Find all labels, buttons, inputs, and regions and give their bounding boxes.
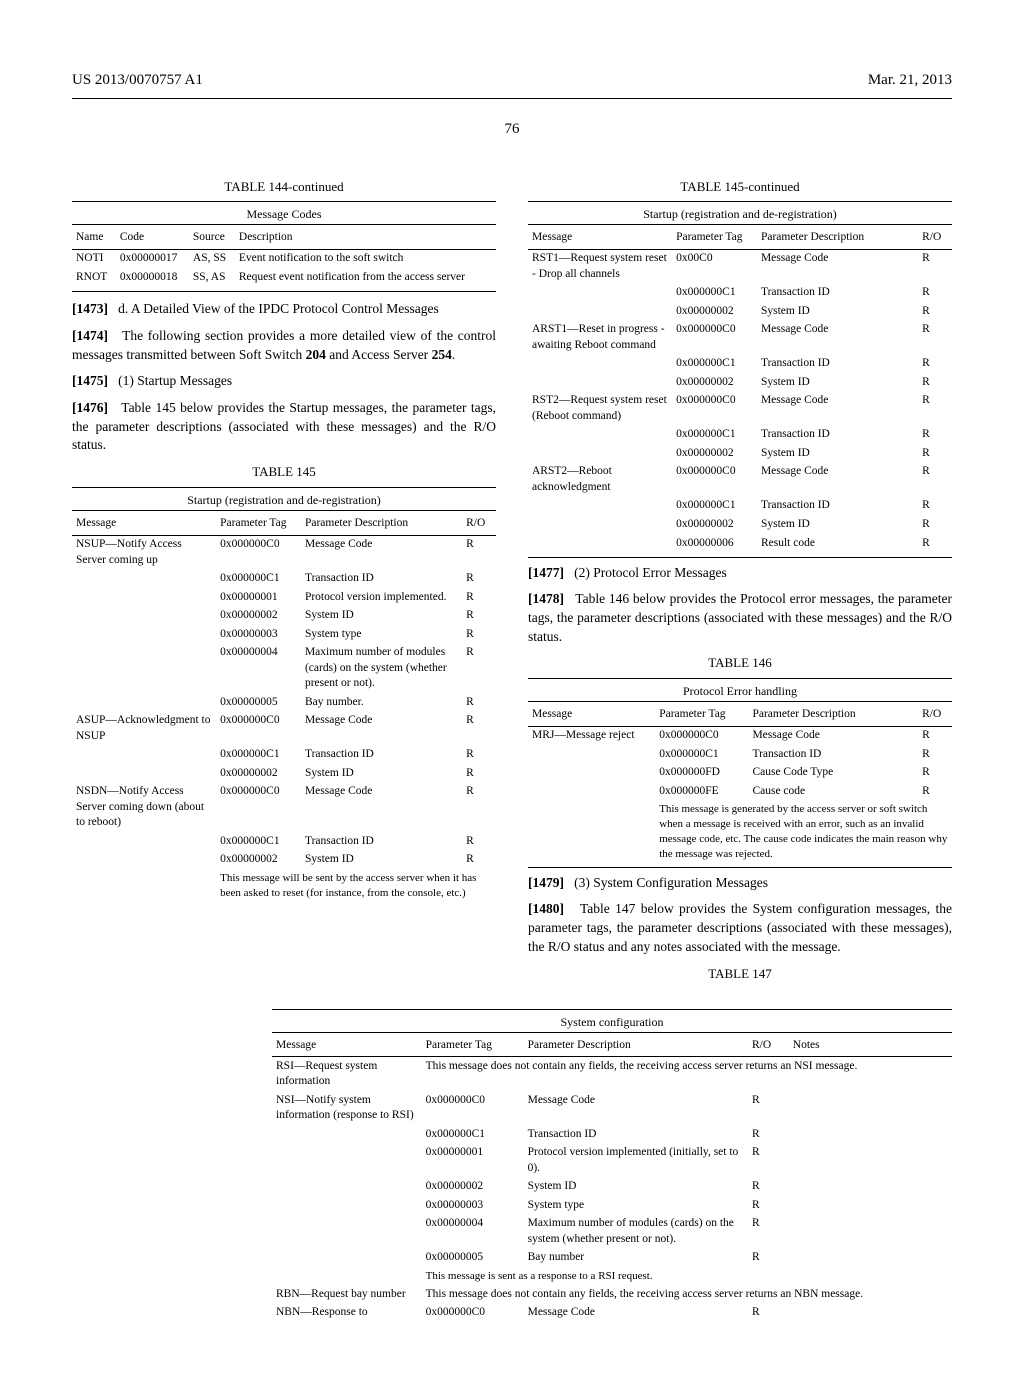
table-row: ARST2—Reboot acknowledgment0x000000C0Mes…	[528, 463, 952, 497]
table-row: 0x00000005Bay number.R	[72, 693, 496, 712]
table-147-title: TABLE 147	[528, 965, 952, 983]
table-row: 0x000000C1Transaction IDR	[528, 426, 952, 445]
table-145-title: TABLE 145	[72, 463, 496, 481]
table-row: MRJ—Message reject0x000000C0Message Code…	[528, 726, 952, 745]
table-row: 0x00000002System IDR	[272, 1178, 952, 1197]
table-144-subtitle: Message Codes	[72, 206, 496, 225]
pub-number: US 2013/0070757 A1	[72, 70, 203, 90]
table-146-subtitle: Protocol Error handling	[528, 683, 952, 702]
table-row: 0x00000004Maximum number of modules (car…	[72, 644, 496, 694]
right-column: TABLE 145-continued Startup (registratio…	[528, 170, 952, 989]
table-row: 0x00000001Protocol version implemented.R	[72, 588, 496, 607]
table-row: 0x000000C1Transaction IDR	[72, 570, 496, 589]
para-1479: [1479] (3) System Configuration Messages	[528, 874, 952, 892]
table-row: NOTI0x00000017AS, SSEvent notification t…	[72, 249, 496, 268]
table-row: 0x00000002System IDR	[528, 444, 952, 463]
table-147: Message Parameter Tag Parameter Descript…	[272, 1035, 952, 1323]
para-1477: [1477] (2) Protocol Error Messages	[528, 564, 952, 582]
table-row: 0x00000002System IDR	[528, 302, 952, 321]
table-row: 0x000000C1Transaction IDR	[528, 497, 952, 516]
para-1475: [1475] (1) Startup Messages	[72, 372, 496, 390]
table-row: 0x000000C1Transaction IDR	[528, 284, 952, 303]
table-row: RNOT0x00000018SS, ASRequest event notifi…	[72, 268, 496, 287]
header-rule	[72, 98, 952, 99]
table-row: 0x000000C1Transaction IDR	[72, 746, 496, 765]
table-row: ASUP—Acknowledgment to NSUP0x000000C0Mes…	[72, 712, 496, 746]
left-column: TABLE 144-continued Message Codes Name C…	[72, 170, 496, 989]
table-145-continued: Message Parameter Tag Parameter Descript…	[528, 227, 952, 552]
table-note: This message is sent as a response to a …	[272, 1267, 952, 1285]
table-row: 0x00000003System typeR	[72, 625, 496, 644]
para-1478: [1478] Table 146 below provides the Prot…	[528, 590, 952, 647]
table-row: 0x00000005Bay numberR	[272, 1249, 952, 1268]
table-row: RST1—Request system reset - Drop all cha…	[528, 249, 952, 284]
table-row: RST2—Request system reset (Reboot comman…	[528, 392, 952, 426]
table-row: 0x00000002System IDR	[72, 607, 496, 626]
table-row: RBN—Request bay numberThis message does …	[272, 1285, 952, 1304]
table-145c-subtitle: Startup (registration and de-registratio…	[528, 206, 952, 225]
table-144-title: TABLE 144-continued	[72, 178, 496, 196]
table-row: RSI—Request system informationThis messa…	[272, 1057, 952, 1092]
table-row: NSI—Notify system information (response …	[272, 1091, 952, 1125]
para-1473: [1473] d. A Detailed View of the IPDC Pr…	[72, 300, 496, 319]
table-row: 0x000000FDCause Code TypeR	[528, 764, 952, 783]
table-row: 0x000000C1Transaction IDR	[272, 1125, 952, 1144]
table-147-section: System configuration Message Parameter T…	[272, 1009, 952, 1323]
para-1480: [1480] Table 147 below provides the Syst…	[528, 900, 952, 957]
table-144: Name Code Source Description NOTI0x00000…	[72, 227, 496, 287]
table-147-subtitle: System configuration	[272, 1014, 952, 1033]
table-row: 0x000000C1Transaction IDR	[72, 832, 496, 851]
table-row: 0x00000002System IDR	[72, 764, 496, 783]
table-145: Message Parameter Tag Parameter Descript…	[72, 513, 496, 902]
table-145c-title: TABLE 145-continued	[528, 178, 952, 196]
para-1474: [1474] The following section provides a …	[72, 327, 496, 365]
table-row: ARST1—Reset in progress - awaiting Reboo…	[528, 321, 952, 355]
table-row: 0x00000002System IDR	[528, 373, 952, 392]
table-146: Message Parameter Tag Parameter Descript…	[528, 704, 952, 863]
page-number: 76	[72, 119, 952, 139]
table-note: This message is generated by the access …	[528, 801, 952, 863]
para-1476: [1476] Table 145 below provides the Star…	[72, 399, 496, 456]
table-note: This message will be sent by the access …	[72, 869, 496, 902]
table-row: 0x00000001Protocol version implemented (…	[272, 1144, 952, 1178]
table-145-subtitle: Startup (registration and de-registratio…	[72, 492, 496, 511]
table-row: 0x00000002System IDR	[72, 851, 496, 870]
table-row: 0x00000003System typeR	[272, 1196, 952, 1215]
pub-date: Mar. 21, 2013	[868, 70, 952, 90]
table-row: 0x000000FECause codeR	[528, 782, 952, 801]
table-row: 0x00000004Maximum number of modules (car…	[272, 1215, 952, 1249]
table-row: 0x000000C1Transaction IDR	[528, 745, 952, 764]
table-row: 0x00000006Result codeR	[528, 534, 952, 553]
table-row: 0x000000C1Transaction IDR	[528, 355, 952, 374]
table-row: NSDN—Notify Access Server coming down (a…	[72, 783, 496, 833]
table-row: NSUP—Notify Access Server coming up0x000…	[72, 535, 496, 570]
table-row: 0x00000002System IDR	[528, 515, 952, 534]
table-146-title: TABLE 146	[528, 654, 952, 672]
